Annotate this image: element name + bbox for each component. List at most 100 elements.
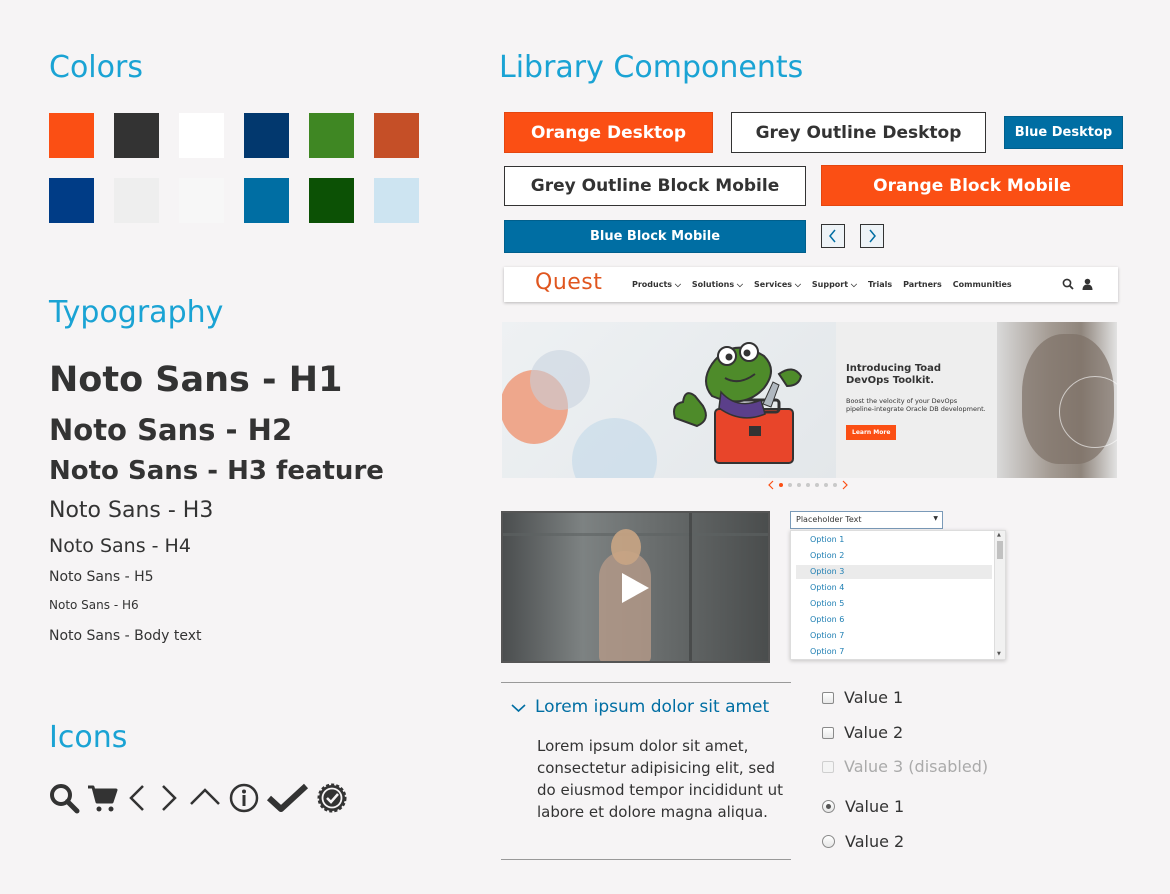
colors-title: Colors bbox=[49, 50, 143, 85]
radio-value-1[interactable]: Value 1 bbox=[822, 797, 904, 816]
checkbox-box[interactable] bbox=[822, 726, 834, 739]
nav-item-services[interactable]: Services ⌵ bbox=[754, 280, 801, 290]
nav-item-trials[interactable]: Trials bbox=[868, 280, 892, 290]
select-option[interactable]: Option 7 bbox=[796, 629, 992, 643]
info-icon bbox=[229, 783, 259, 813]
color-swatch bbox=[49, 178, 94, 223]
color-swatch bbox=[244, 178, 289, 223]
accordion-title[interactable]: Lorem ipsum dolor sit amet bbox=[535, 697, 769, 717]
carousel-dot[interactable] bbox=[824, 483, 828, 487]
radio-value-2[interactable]: Value 2 bbox=[822, 832, 904, 851]
nav-menu: Products ⌵ Solutions ⌵ Services ⌵ Suppor… bbox=[632, 280, 1012, 290]
radio-button-selected[interactable] bbox=[822, 800, 835, 813]
carousel-dot[interactable] bbox=[806, 483, 810, 487]
quest-logo[interactable]: Quest bbox=[535, 270, 602, 295]
typography-title: Typography bbox=[49, 295, 224, 330]
carousel-dot[interactable] bbox=[815, 483, 819, 487]
carousel-next-button[interactable] bbox=[860, 224, 884, 248]
color-swatch bbox=[114, 113, 159, 158]
accordion-top-divider bbox=[501, 682, 791, 683]
checkbox-box-disabled bbox=[822, 760, 834, 773]
chevron-down-icon[interactable] bbox=[511, 703, 526, 713]
checkbox-value-1[interactable]: Value 1 bbox=[822, 688, 903, 707]
scroll-down-icon[interactable]: ▼ bbox=[997, 651, 1001, 657]
select-option-highlighted[interactable]: Option 3 bbox=[796, 565, 992, 579]
search-icon bbox=[50, 784, 80, 814]
carousel-dot[interactable] bbox=[833, 483, 837, 487]
chevron-left-icon bbox=[829, 229, 836, 243]
scrollbar-thumb[interactable] bbox=[997, 541, 1003, 559]
play-icon[interactable] bbox=[620, 572, 650, 604]
checkmark-icon bbox=[266, 783, 309, 812]
video-player[interactable] bbox=[501, 511, 770, 663]
checkbox-label: Value 3 (disabled) bbox=[844, 757, 989, 776]
toad-mascot-illustration bbox=[673, 342, 803, 464]
color-swatch bbox=[309, 113, 354, 158]
grey-outline-desktop-button[interactable]: Grey Outline Desktop bbox=[731, 112, 986, 153]
hero-title: Introducing Toad DevOps Toolkit. bbox=[846, 363, 942, 386]
search-icon[interactable] bbox=[1062, 278, 1074, 290]
checkbox-label: Value 1 bbox=[844, 688, 904, 707]
listbox-scrollbar[interactable]: ▲ ▼ bbox=[994, 531, 1005, 659]
nav-item-solutions[interactable]: Solutions ⌵ bbox=[692, 280, 743, 290]
video-presenter bbox=[599, 551, 651, 661]
select-options-list[interactable]: Option 1 Option 2 Option 3 Option 4 Opti… bbox=[790, 530, 1006, 660]
chevron-right-icon[interactable] bbox=[842, 480, 848, 490]
radio-label: Value 2 bbox=[845, 832, 905, 851]
select-option[interactable]: Option 4 bbox=[796, 581, 992, 595]
select-placeholder: Placeholder Text bbox=[796, 515, 862, 524]
carousel-indicators bbox=[768, 480, 848, 490]
checkbox-label: Value 2 bbox=[844, 723, 904, 742]
select-option[interactable]: Option 2 bbox=[796, 549, 992, 563]
orange-block-mobile-button[interactable]: Orange Block Mobile bbox=[821, 165, 1123, 206]
checkbox-value-3-disabled: Value 3 (disabled) bbox=[822, 757, 988, 776]
radio-label: Value 1 bbox=[845, 797, 905, 816]
typography-h3-feature-sample: Noto Sans - H3 feature bbox=[49, 456, 384, 486]
hero-learn-more-button[interactable]: Learn More bbox=[846, 425, 897, 440]
icon-row bbox=[48, 782, 348, 814]
select-option[interactable]: Option 1 bbox=[796, 533, 992, 547]
grey-outline-block-mobile-button[interactable]: Grey Outline Block Mobile bbox=[504, 166, 806, 206]
chevron-up-icon bbox=[190, 788, 220, 805]
icons-title: Icons bbox=[49, 720, 128, 755]
user-icon[interactable] bbox=[1082, 278, 1093, 290]
blue-block-mobile-button[interactable]: Blue Block Mobile bbox=[504, 220, 806, 253]
select-option[interactable]: Option 7 bbox=[796, 645, 992, 659]
nav-item-products[interactable]: Products ⌵ bbox=[632, 280, 681, 290]
radio-button[interactable] bbox=[822, 835, 835, 848]
orange-desktop-button[interactable]: Orange Desktop bbox=[504, 112, 713, 153]
badge-check-icon bbox=[317, 783, 347, 813]
checkbox-box[interactable] bbox=[822, 691, 834, 704]
color-swatch bbox=[114, 178, 159, 223]
carousel-dot-active[interactable] bbox=[779, 483, 783, 487]
nav-item-label: Products bbox=[632, 280, 673, 289]
nav-item-partners[interactable]: Partners bbox=[903, 280, 942, 290]
typography-h6-sample: Noto Sans - H6 bbox=[49, 598, 139, 612]
hero-banner: Introducing Toad DevOps Toolkit. Boost t… bbox=[502, 322, 1117, 478]
select-option[interactable]: Option 6 bbox=[796, 613, 992, 627]
checkbox-value-2[interactable]: Value 2 bbox=[822, 723, 903, 742]
accordion-body: Lorem ipsum dolor sit amet, consectetur … bbox=[537, 737, 783, 821]
nav-item-support[interactable]: Support ⌵ bbox=[812, 280, 857, 290]
color-swatch bbox=[49, 113, 94, 158]
color-swatch bbox=[309, 178, 354, 223]
chevron-right-icon bbox=[162, 785, 177, 811]
site-navigation-bar: Quest Products ⌵ Solutions ⌵ Services ⌵ … bbox=[504, 267, 1118, 302]
nav-item-label: Services bbox=[754, 280, 793, 289]
hero-text-panel: Introducing Toad DevOps Toolkit. Boost t… bbox=[836, 322, 997, 478]
carousel-dot[interactable] bbox=[788, 483, 792, 487]
carousel-prev-button[interactable] bbox=[821, 224, 845, 248]
blue-desktop-button[interactable]: Blue Desktop bbox=[1004, 116, 1123, 149]
select-dropdown[interactable]: Placeholder Text ▼ bbox=[790, 511, 943, 529]
chevron-left-icon[interactable] bbox=[768, 480, 774, 490]
typography-h2-sample: Noto Sans - H2 bbox=[49, 413, 293, 447]
carousel-dot[interactable] bbox=[797, 483, 801, 487]
select-option[interactable]: Option 5 bbox=[796, 597, 992, 611]
typography-h4-sample: Noto Sans - H4 bbox=[49, 535, 191, 557]
nav-item-label: Solutions bbox=[691, 280, 735, 289]
typography-h3-sample: Noto Sans - H3 bbox=[49, 498, 214, 523]
scroll-up-icon[interactable]: ▲ bbox=[997, 532, 1001, 538]
typography-body-sample: Noto Sans - Body text bbox=[49, 628, 202, 644]
color-swatch bbox=[374, 113, 419, 158]
nav-item-communities[interactable]: Communities bbox=[953, 280, 1012, 290]
